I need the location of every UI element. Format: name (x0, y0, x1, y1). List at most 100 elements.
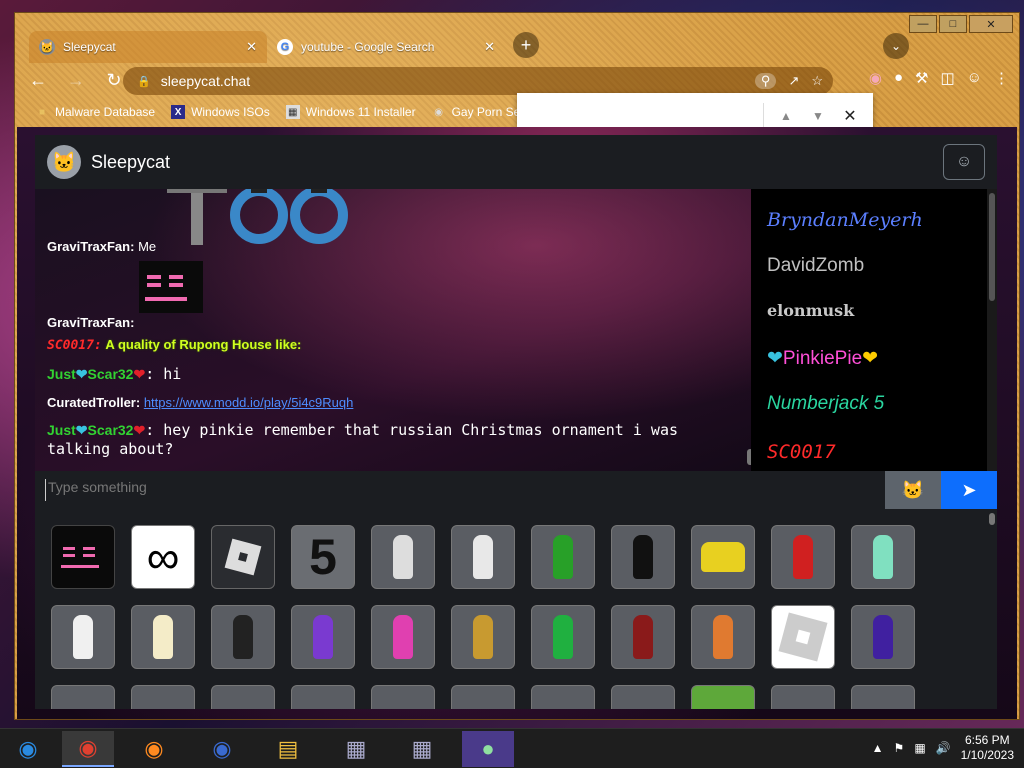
emote-character[interactable] (291, 605, 355, 669)
tab-google-search[interactable]: G youtube - Google Search ✕ (267, 31, 505, 63)
emote-character[interactable] (611, 685, 675, 709)
start-button[interactable]: ◉ (2, 731, 54, 767)
show-hidden-icons-icon[interactable]: ▲ (872, 741, 884, 755)
emote-character[interactable] (851, 685, 915, 709)
user-list-item[interactable]: DavidZomb (767, 255, 864, 277)
forward-button[interactable]: → (61, 66, 91, 94)
address-bar[interactable]: 🔒 sleepycat.chat ⚲ ↗ ☆ (123, 67, 833, 95)
find-input[interactable] (527, 103, 759, 129)
emote-roblox-logo[interactable] (771, 605, 835, 669)
emote-five[interactable]: 5 (291, 525, 355, 589)
message-username[interactable]: Just❤Scar32❤ (47, 422, 145, 438)
trans-flag-icon[interactable]: ◉ (869, 69, 882, 87)
emote-character[interactable] (211, 685, 275, 709)
blue-heart-icon: ❤ (75, 422, 88, 438)
flag-icon[interactable]: ⚑ (894, 741, 905, 755)
emote-character[interactable] (51, 685, 115, 709)
emote-picker-button[interactable]: 🐱 (885, 471, 941, 509)
message-username[interactable]: GraviTraxFan: (47, 315, 134, 330)
emote-character[interactable] (531, 685, 595, 709)
new-tab-button[interactable]: + (513, 32, 539, 58)
emote-roblox-logo[interactable] (211, 525, 275, 589)
taskbar-file-explorer[interactable]: ▤ (262, 731, 314, 767)
bookmark-malware-database[interactable]: ■ Malware Database (35, 105, 155, 119)
user-list-item[interactable]: SC0017 (767, 441, 836, 463)
emote-character[interactable] (131, 685, 195, 709)
network-icon[interactable]: ▦ (914, 741, 925, 755)
message-username[interactable]: Just❤Scar32❤ (47, 366, 145, 382)
find-next-button[interactable]: ▼ (807, 105, 829, 127)
message-username[interactable]: SC0017: (47, 338, 102, 353)
emote-character[interactable] (211, 605, 275, 669)
emote-character[interactable] (611, 525, 675, 589)
emote-character[interactable] (771, 525, 835, 589)
emote-character[interactable] (451, 685, 515, 709)
emote-character[interactable] (531, 605, 595, 669)
close-tab-icon[interactable]: ✕ (484, 39, 495, 55)
user-list-scrollbar[interactable] (987, 189, 997, 471)
find-icon[interactable]: ⚲ (754, 73, 777, 89)
taskbar-obama[interactable]: ◉ (196, 731, 248, 767)
character-icon (153, 615, 173, 659)
user-list-item[interactable]: BryndanMeyerh (767, 209, 923, 231)
emote-character[interactable] (371, 605, 435, 669)
back-button[interactable]: ← (23, 66, 53, 94)
bookmark-windows-11-installer[interactable]: ▦ Windows 11 Installer (285, 105, 416, 119)
user-list-item[interactable]: elonmusk (767, 301, 854, 320)
emote-character[interactable] (691, 525, 755, 589)
find-close-button[interactable]: ✕ (839, 105, 861, 127)
emote-grid-scrollbar[interactable] (987, 509, 997, 709)
tab-search-button[interactable]: ⌄ (883, 33, 909, 59)
emote-character[interactable] (691, 605, 755, 669)
menu-icon[interactable]: ⋮ (994, 69, 1009, 87)
emote-character[interactable] (771, 685, 835, 709)
message-username[interactable]: GraviTraxFan: (47, 239, 134, 254)
taskbar-chrome[interactable]: ◉ (62, 731, 114, 767)
emote-character[interactable] (851, 525, 915, 589)
taskbar-clock[interactable]: 6:56 PM 1/10/2023 (961, 733, 1014, 763)
emote-character[interactable] (611, 605, 675, 669)
taskbar-messenger[interactable]: ● (462, 731, 514, 767)
scrollbar-thumb[interactable] (989, 513, 995, 525)
app-header: 🐱 Sleepycat ☺ (35, 135, 997, 189)
message-username[interactable]: CuratedTroller: (47, 395, 140, 410)
share-icon[interactable]: ↗ (788, 73, 799, 89)
emote-face[interactable] (51, 525, 115, 589)
puzzle-icon[interactable]: ⚒ (915, 69, 928, 87)
minimize-button[interactable]: — (909, 15, 937, 33)
taskbar-firefox[interactable]: ◉ (128, 731, 180, 767)
emote-character[interactable] (531, 525, 595, 589)
bookmark-windows-isos[interactable]: X Windows ISOs (171, 105, 270, 119)
taskbar-installer-2[interactable]: ▦ (396, 731, 448, 767)
emote-character[interactable] (691, 685, 755, 709)
taskbar-installer-1[interactable]: ▦ (330, 731, 382, 767)
emote-character[interactable] (451, 525, 515, 589)
tab-sleepycat[interactable]: 🐱 Sleepycat ✕ (29, 31, 267, 63)
lock-icon[interactable]: 🔒 (137, 75, 151, 88)
volume-icon[interactable]: 🔊 (936, 741, 951, 755)
extension-avatar-icon[interactable]: ● (894, 69, 903, 87)
emote-character[interactable] (451, 605, 515, 669)
bookmark-star-icon[interactable]: ☆ (811, 73, 823, 89)
message-link[interactable]: https://www.modd.io/play/5i4c9Ruqh (144, 395, 354, 410)
scrollbar-thumb[interactable] (989, 193, 995, 301)
emote-character[interactable] (51, 605, 115, 669)
emote-character[interactable] (131, 605, 195, 669)
send-button[interactable]: ➤ (941, 471, 997, 509)
emote-character[interactable] (851, 605, 915, 669)
bookmark-gay-porn-se[interactable]: ◉ Gay Porn Se (432, 105, 520, 119)
maximize-button[interactable]: □ (939, 15, 967, 33)
emote-character[interactable] (291, 685, 355, 709)
find-previous-button[interactable]: ▲ (775, 105, 797, 127)
profile-button[interactable]: ☺ (943, 144, 985, 180)
emote-character[interactable] (371, 685, 435, 709)
user-list-item[interactable]: ❤PinkiePie❤ (767, 347, 878, 370)
close-tab-icon[interactable]: ✕ (246, 39, 257, 55)
user-list-item[interactable]: Numberjack 5 (767, 393, 884, 415)
emote-character[interactable] (371, 525, 435, 589)
emote-infinity[interactable]: ∞ (131, 525, 195, 589)
close-window-button[interactable]: ✕ (969, 15, 1013, 33)
profile-icon[interactable]: ☺ (967, 69, 982, 87)
side-panel-icon[interactable]: ◫ (940, 69, 954, 87)
message-input[interactable]: Type something (45, 479, 865, 501)
